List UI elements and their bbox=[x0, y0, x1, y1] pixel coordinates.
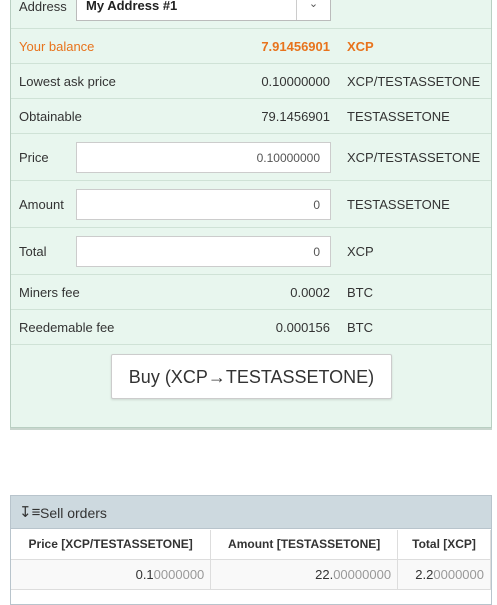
table-row[interactable]: 0.10000000 22.00000000 2.20000000 bbox=[11, 559, 491, 590]
lowest-ask-value: 0.10000000 bbox=[261, 74, 330, 89]
address-select[interactable]: My Address #1 ⌄ bbox=[76, 0, 331, 21]
price-cell: 0.10000000 bbox=[11, 559, 212, 590]
total-input[interactable]: 0 bbox=[76, 236, 331, 267]
miners-fee-value: 0.0002 bbox=[290, 285, 330, 300]
miners-fee-unit: BTC bbox=[347, 285, 373, 300]
miners-fee-label: Miners fee bbox=[19, 285, 80, 300]
sell-orders-header: ↧≡ Sell orders bbox=[11, 496, 491, 529]
address-row: Address My Address #1 ⌄ bbox=[11, 0, 491, 29]
sell-orders-panel: ↧≡ Sell orders Price [XCP/TESTASSETONE] … bbox=[10, 495, 492, 605]
address-select-value: My Address #1 bbox=[86, 0, 178, 13]
amount-unit: TESTASSETONE bbox=[347, 197, 450, 212]
column-header-total[interactable]: Total [XCP] bbox=[397, 530, 491, 560]
total-cell-dim: 0000000 bbox=[433, 566, 484, 582]
balance-label: Your balance bbox=[19, 39, 95, 54]
lowest-ask-row: Lowest ask price 0.10000000 XCP/TESTASSE… bbox=[11, 64, 491, 99]
amount-row: Amount 0 TESTASSETONE bbox=[11, 181, 491, 228]
obtainable-label: Obtainable bbox=[19, 109, 82, 124]
total-cell: 2.20000000 bbox=[397, 559, 491, 590]
sell-orders-table: Price [XCP/TESTASSETONE] Amount [TESTASS… bbox=[11, 530, 491, 590]
obtainable-row: Obtainable 79.1456901 TESTASSETONE bbox=[11, 99, 491, 134]
redeemable-fee-unit: BTC bbox=[347, 320, 373, 335]
amount-cell-dim: 00000000 bbox=[333, 566, 392, 582]
amount-cell-main: 22. bbox=[315, 566, 334, 582]
amount-label: Amount bbox=[19, 197, 64, 212]
obtainable-value: 79.1456901 bbox=[261, 109, 330, 124]
total-cell-main: 2.2 bbox=[415, 566, 434, 582]
miners-fee-row: Miners fee 0.0002 BTC bbox=[11, 275, 491, 310]
price-unit: XCP/TESTASSETONE bbox=[347, 150, 481, 165]
column-header-price[interactable]: Price [XCP/TESTASSETONE] bbox=[11, 530, 212, 560]
column-header-amount[interactable]: Amount [TESTASSETONE] bbox=[210, 530, 399, 560]
total-unit: XCP bbox=[347, 244, 374, 259]
redeemable-fee-value: 0.000156 bbox=[275, 320, 330, 335]
price-cell-main: 0.1 bbox=[135, 566, 154, 582]
redeemable-fee-label: Reedemable fee bbox=[19, 320, 115, 335]
price-label: Price bbox=[19, 150, 49, 165]
amount-input[interactable]: 0 bbox=[76, 189, 331, 220]
redeemable-fee-row: Reedemable fee 0.000156 BTC bbox=[11, 310, 491, 345]
chevron-down-icon[interactable]: ⌄ bbox=[296, 0, 330, 20]
lowest-ask-label: Lowest ask price bbox=[19, 74, 116, 89]
lowest-ask-unit: XCP/TESTASSETONE bbox=[347, 74, 481, 89]
address-label: Address bbox=[19, 0, 67, 14]
balance-value: 7.91456901 bbox=[261, 39, 330, 54]
balance-row: Your balance 7.91456901 XCP bbox=[11, 29, 491, 64]
sort-desc-icon: ↧≡ bbox=[19, 504, 41, 521]
obtainable-unit: TESTASSETONE bbox=[347, 109, 450, 124]
buy-form-panel: Address My Address #1 ⌄ Your balance 7.9… bbox=[10, 0, 492, 428]
price-row: Price 0.10000000 XCP/TESTASSETONE bbox=[11, 134, 491, 181]
price-cell-dim: 0000000 bbox=[153, 566, 205, 582]
total-row: Total 0 XCP bbox=[11, 228, 491, 275]
price-input[interactable]: 0.10000000 bbox=[76, 142, 331, 173]
amount-cell: 22.00000000 bbox=[210, 559, 399, 590]
sell-orders-title: Sell orders bbox=[40, 505, 107, 521]
balance-unit: XCP bbox=[347, 39, 374, 54]
total-label: Total bbox=[19, 244, 47, 259]
buy-button[interactable]: Buy (XCP→TESTASSETONE) bbox=[111, 354, 392, 399]
